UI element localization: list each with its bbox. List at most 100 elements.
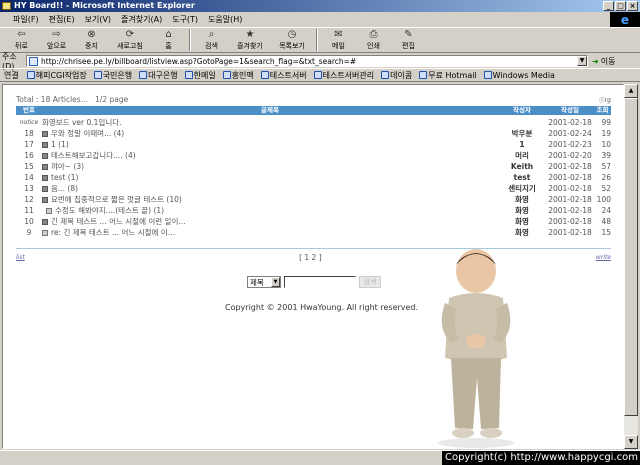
page-content: Total : 18 Articles... 1/2 page ⓒrg 번호 글… [2, 84, 624, 449]
menu-help[interactable]: 도움말(H) [203, 14, 247, 25]
article-subject[interactable]: 긴 제목 테스트 ... 어느 시절에 이런 일이… [42, 216, 498, 227]
edit-button[interactable]: ✎ 편집 [391, 28, 426, 52]
maximize-button[interactable]: □ [615, 1, 626, 11]
link-item[interactable]: 국민은행 [93, 70, 132, 81]
link-page-icon [381, 71, 390, 79]
menu-edit[interactable]: 편집(E) [44, 14, 80, 25]
board-header: Total : 18 Articles... 1/2 page ⓒrg [16, 95, 611, 105]
back-button[interactable]: ⇦ 뒤로 [4, 28, 39, 52]
link-item[interactable]: 대구은행 [139, 70, 178, 81]
stop-icon: ⊗ [87, 29, 96, 40]
address-dropdown-arrow-icon[interactable]: ▼ [577, 56, 587, 66]
menu-favorites[interactable]: 즐겨찾기(A) [116, 14, 167, 25]
forward-button[interactable]: ⇨ 앞으로 [39, 28, 74, 52]
article-icon [42, 152, 48, 159]
go-button[interactable]: ➜ 이동 [592, 56, 615, 67]
article-hits: 100 [596, 195, 611, 204]
article-author: 센티지기 [508, 184, 536, 193]
article-date: 2001-02-20 [548, 151, 592, 160]
notice-badge: notice [19, 119, 39, 126]
toolbar-separator [189, 29, 191, 51]
search-icon: ⌕ [208, 29, 215, 40]
col-date: 작성일 [561, 106, 579, 114]
home-button[interactable]: ⌂ 홈 [151, 28, 186, 52]
article-date: 2001-02-18 [548, 162, 592, 171]
col-no: 번호 [23, 106, 35, 114]
history-button[interactable]: ◷ 목록보기 [271, 28, 313, 52]
article-hits: 99 [601, 118, 611, 127]
article-subject[interactable]: 음... (8) [42, 183, 498, 194]
search-submit-button[interactable]: 검색 [359, 276, 381, 288]
search-input[interactable] [284, 276, 356, 288]
article-subject[interactable]: 화영보드 ver 0.1입니다. [42, 117, 498, 128]
table-row: 18 우와 정말 이때며... (4) 박우분 2001-02-24 19 [16, 128, 611, 139]
list-link[interactable]: list [16, 254, 25, 261]
scroll-down-icon[interactable]: ▼ [624, 435, 638, 449]
link-item[interactable]: 무료 Hotmail [419, 70, 477, 81]
link-page-icon [483, 71, 492, 79]
article-subject[interactable]: 꺄아~ (3) [42, 161, 498, 172]
article-no: 14 [24, 173, 34, 182]
link-item[interactable]: 흥인팩 [222, 70, 254, 81]
stop-button[interactable]: ⊗ 중지 [74, 28, 109, 52]
col-author: 작성자 [513, 106, 531, 114]
article-subject[interactable]: 1 (1) [42, 140, 498, 149]
link-item[interactable]: 해피CGI작업장 [26, 70, 87, 81]
search-button[interactable]: ⌕ 검색 [194, 28, 229, 52]
toolbar-separator [316, 29, 318, 51]
write-link[interactable]: write [596, 254, 611, 261]
article-hits: 24 [601, 206, 611, 215]
article-no: 13 [24, 184, 34, 193]
article-subject[interactable]: 테스트해보고갑니다.... (4) [42, 150, 498, 161]
page-links[interactable]: [ 1 2 ] [299, 253, 322, 262]
scroll-up-icon[interactable]: ▲ [624, 84, 638, 98]
refresh-button[interactable]: ⟳ 새로고침 [109, 28, 151, 52]
link-item[interactable]: 테스트서버 [260, 70, 307, 81]
article-author: 화영 [515, 217, 529, 226]
print-button[interactable]: ⎙ 인쇄 [356, 28, 391, 52]
mail-icon: ✉ [334, 29, 343, 40]
scroll-thumb[interactable] [624, 98, 638, 416]
address-input[interactable]: http://chrisee.pe.ly/billboard/listview.… [26, 55, 588, 67]
print-icon: ⎙ [369, 29, 378, 40]
mail-button[interactable]: ✉ 메일 [321, 28, 356, 52]
search-field-select[interactable]: 제목 ▼ [247, 276, 281, 288]
favorites-button[interactable]: ★ 즐겨찾기 [229, 28, 271, 52]
menu-file[interactable]: 파일(F) [8, 14, 44, 25]
article-subject[interactable]: re: 긴 제목 테스트 ... 어느 시절에 이… [42, 227, 498, 238]
link-item[interactable]: 데이콤 [381, 70, 412, 81]
minimize-button[interactable]: _ [603, 1, 614, 11]
link-item[interactable]: 한메일 [184, 70, 216, 81]
menu-tools[interactable]: 도구(T) [167, 14, 203, 25]
article-subject[interactable]: test (1) [42, 173, 498, 182]
table-header: 번호 글제목 작성자 작성일 조회 [16, 106, 611, 115]
table-row: notice 화영보드 ver 0.1입니다. 2001-02-18 99 [16, 117, 611, 128]
close-button[interactable]: × [627, 1, 638, 11]
article-icon [42, 174, 48, 181]
link-page-icon [260, 71, 269, 79]
article-subject[interactable]: 수정도 해봐야지....(테스트 끝) (1) [42, 205, 498, 216]
title-bar: HY Board!! - Microsoft Internet Explorer… [0, 0, 640, 12]
link-page-icon [93, 71, 102, 79]
go-arrow-icon: ➜ [592, 56, 599, 66]
article-icon [42, 196, 48, 203]
edit-icon: ✎ [404, 29, 413, 40]
article-no: 17 [24, 140, 34, 149]
link-item[interactable]: 테스트서버관리 [313, 70, 374, 81]
article-hits: 57 [601, 162, 611, 171]
link-page-icon [222, 71, 231, 79]
menu-view[interactable]: 보기(V) [80, 14, 116, 25]
article-subject[interactable]: 우와 정말 이때며... (4) [42, 128, 498, 139]
board-copyright: Copyright © 2001 HwaYoung. All right res… [225, 303, 419, 312]
article-subject[interactable]: 요번에 집중적으로 짧은 멋글 테스트 (10) [42, 194, 498, 205]
table-row: 16 테스트해보고갑니다.... (4) 머리 2001-02-20 39 [16, 150, 611, 161]
ie-throbber-logo: e [610, 12, 640, 28]
chevron-down-icon: ▼ [271, 277, 280, 287]
article-author: 화영 [515, 206, 529, 215]
link-item[interactable]: Windows Media [483, 71, 555, 80]
article-hits: 19 [601, 129, 611, 138]
link-page-icon [26, 71, 35, 79]
vertical-scrollbar[interactable]: ▲ ▼ [624, 84, 638, 449]
watermark-copyright: Copyright(c) http://www.happycgi.com [441, 451, 640, 465]
child-photo [438, 249, 514, 448]
